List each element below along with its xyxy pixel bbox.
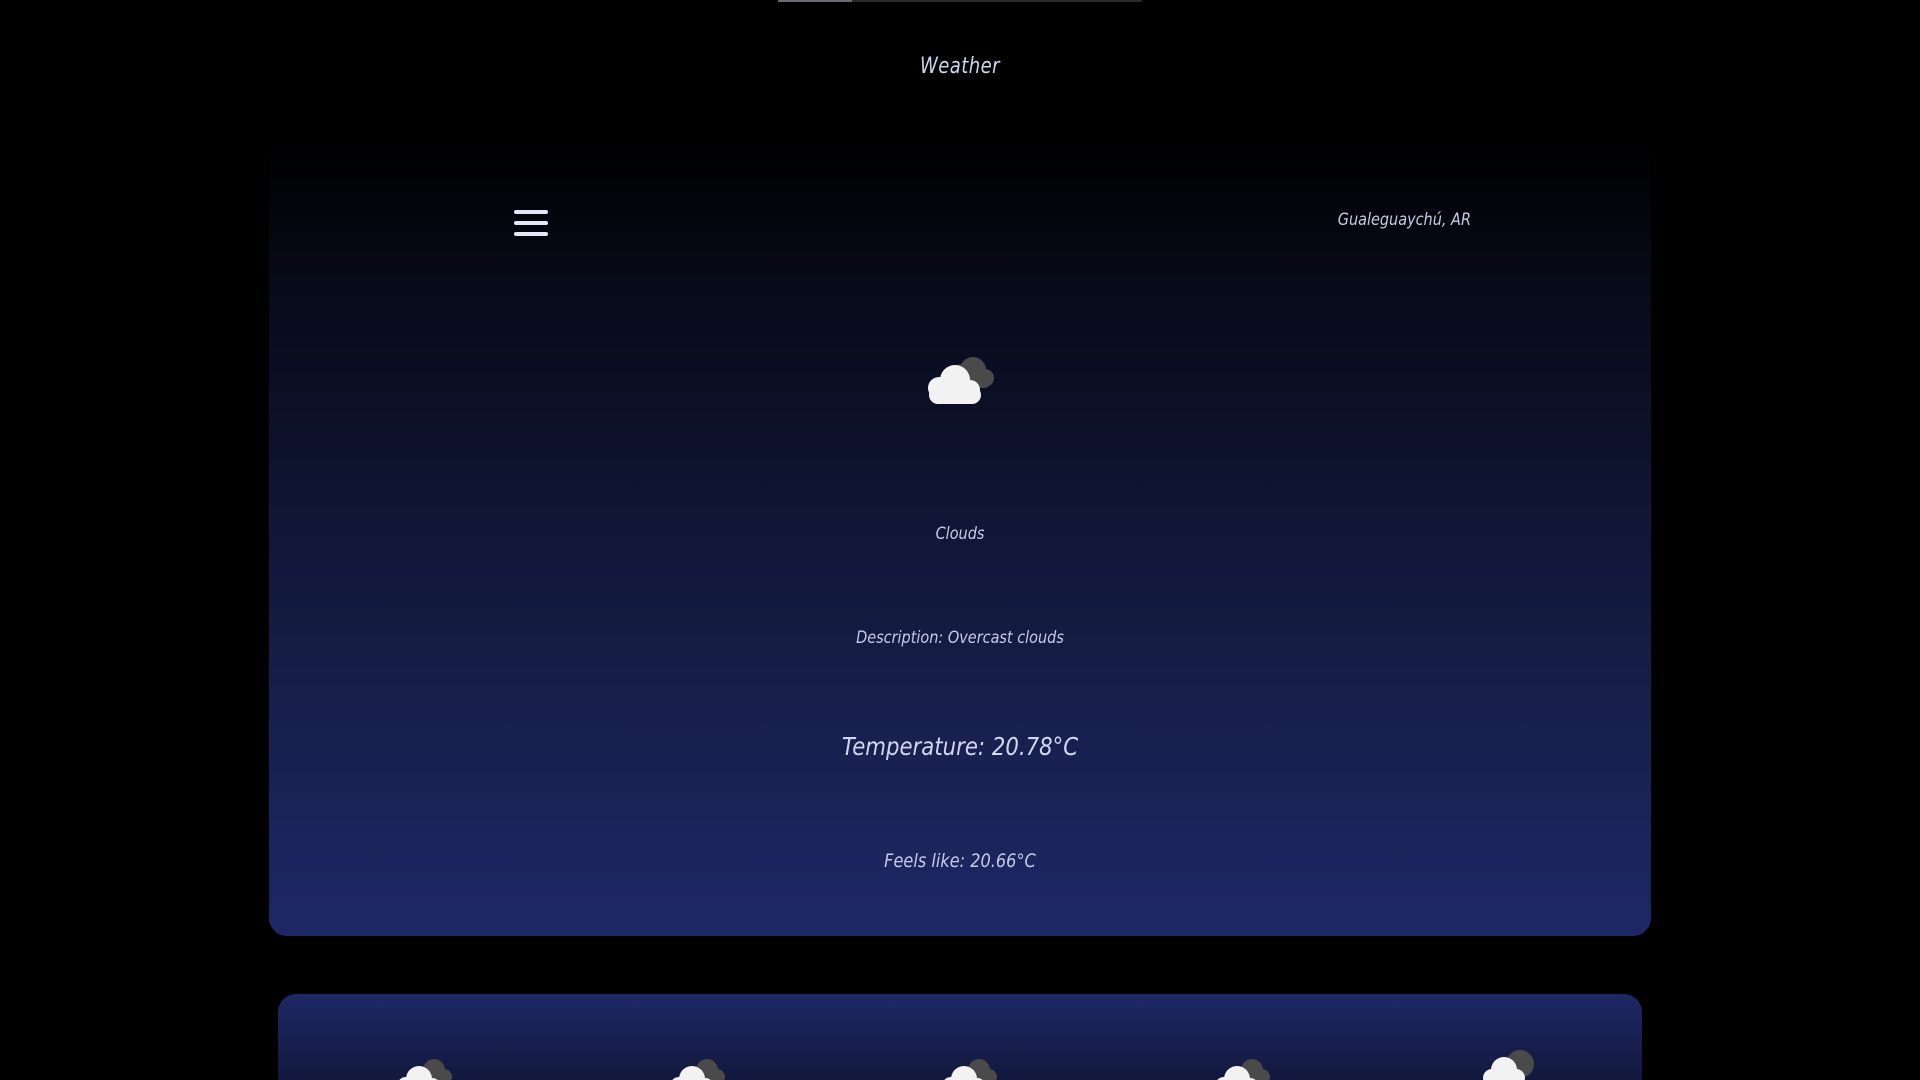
broken-clouds-icon[interactable]: [1468, 1046, 1544, 1080]
overcast-clouds-icon: [928, 357, 994, 404]
active-tab-indicator: [778, 0, 852, 2]
location-label: Gualeguaychú, AR: [1337, 210, 1471, 230]
menu-line: [514, 232, 548, 236]
current-weather-card: Gualeguaychú, AR Clouds Description: Ove…: [269, 140, 1651, 936]
app-title: Weather: [920, 54, 1000, 79]
hamburger-menu-icon[interactable]: [512, 206, 550, 240]
menu-line: [514, 221, 548, 225]
overcast-clouds-icon[interactable]: [1204, 1052, 1280, 1080]
overcast-clouds-icon[interactable]: [659, 1052, 735, 1080]
overcast-clouds-icon[interactable]: [931, 1052, 1007, 1080]
weather-condition: Clouds: [935, 524, 985, 544]
weather-description: Description: Overcast clouds: [856, 628, 1064, 648]
feels-like-value: Feels like: 20.66°C: [884, 850, 1036, 872]
menu-line: [514, 210, 548, 214]
tab-strip: [778, 0, 1142, 2]
overcast-clouds-icon[interactable]: [386, 1052, 462, 1080]
temperature-value: Temperature: 20.78°C: [841, 732, 1079, 761]
forecast-card: [278, 994, 1642, 1080]
weather-app: Weather Gualeguaychú, AR Clouds Descript: [0, 0, 1920, 1080]
